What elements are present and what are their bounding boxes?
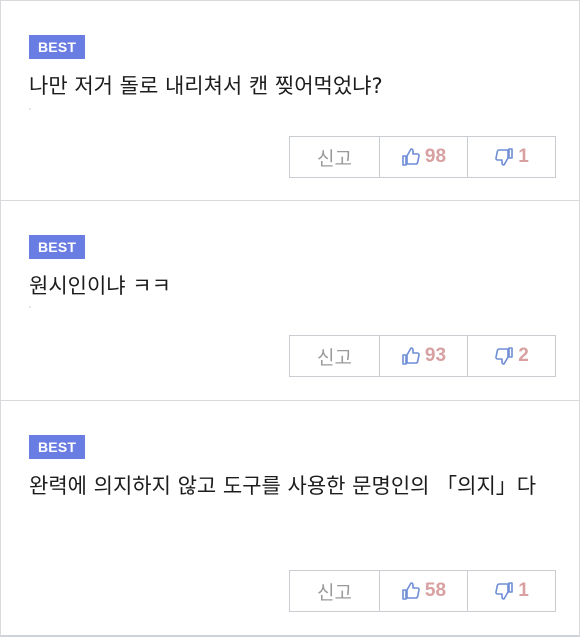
downvote-count: 2 [518, 345, 529, 366]
comment-actions: 신고 58 1 [289, 570, 556, 612]
comment-text: 완력에 의지하지 않고 도구를 사용한 문명인의 「의지」다 [29, 474, 537, 498]
report-button[interactable]: 신고 [290, 571, 379, 611]
upvote-count: 93 [424, 345, 447, 366]
thumbs-up-icon [401, 581, 421, 601]
downvote-button[interactable]: 2 [467, 336, 555, 376]
thumbs-up-icon [401, 346, 421, 366]
upvote-count: 98 [424, 146, 447, 167]
comment-list: BEST 나만 저거 돌로 내리쳐서 캔 찢어먹었냐? 신고 98 1 BEST [0, 0, 580, 637]
thumbs-down-icon [494, 581, 514, 601]
thumbs-down-icon [494, 346, 514, 366]
best-badge: BEST [29, 35, 86, 59]
comment-text: 나만 저거 돌로 내리쳐서 캔 찢어먹었냐? [29, 74, 383, 98]
upvote-count: 58 [424, 580, 447, 601]
best-badge: BEST [29, 235, 86, 259]
separator-dot [29, 306, 31, 308]
report-label: 신고 [317, 346, 352, 369]
thumbs-up-icon [401, 147, 421, 167]
downvote-count: 1 [518, 146, 529, 167]
comment-actions: 신고 98 1 [289, 136, 556, 178]
downvote-count: 1 [518, 580, 529, 601]
comment-item: BEST 원시인이냐 ㅋㅋ 신고 93 2 [1, 200, 579, 401]
report-button[interactable]: 신고 [290, 137, 379, 177]
best-badge: BEST [29, 435, 86, 459]
comment-item: BEST 나만 저거 돌로 내리쳐서 캔 찢어먹었냐? 신고 98 1 [1, 1, 579, 200]
downvote-button[interactable]: 1 [467, 137, 555, 177]
downvote-button[interactable]: 1 [467, 571, 555, 611]
upvote-button[interactable]: 93 [379, 336, 467, 376]
report-button[interactable]: 신고 [290, 336, 379, 376]
report-label: 신고 [317, 147, 352, 170]
comment-text: 원시인이냐 ㅋㅋ [29, 274, 171, 298]
report-label: 신고 [317, 581, 352, 604]
comment-actions: 신고 93 2 [289, 335, 556, 377]
comment-item: BEST 완력에 의지하지 않고 도구를 사용한 문명인의 「의지」다 신고 5… [1, 400, 579, 636]
separator-dot [29, 108, 31, 110]
thumbs-down-icon [494, 147, 514, 167]
upvote-button[interactable]: 98 [379, 137, 467, 177]
upvote-button[interactable]: 58 [379, 571, 467, 611]
